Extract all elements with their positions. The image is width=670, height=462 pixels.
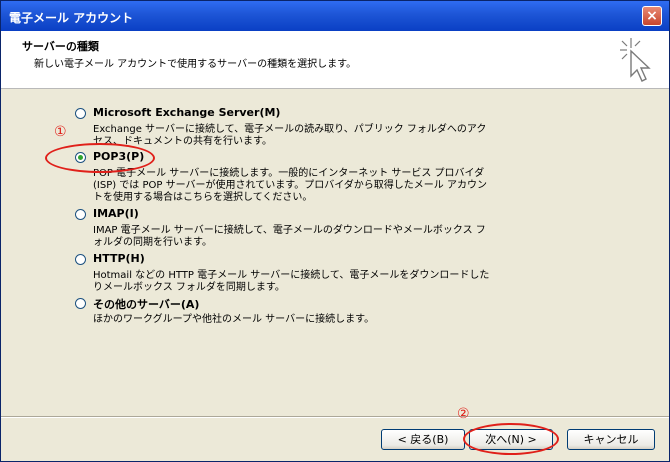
cancel-button[interactable]: キャンセル [567, 429, 655, 450]
close-button[interactable]: × [642, 6, 662, 26]
option-description: IMAP 電子メール サーバーに接続して、電子メールのダウンロードやメールボック… [93, 225, 486, 248]
option-description: Hotmail などの HTTP 電子メール サーバーに接続して、電子メールをダ… [93, 270, 490, 293]
wizard-header: サーバーの種類 新しい電子メール アカウントで使用するサーバーの種類を選択します… [1, 31, 669, 89]
callout-number-2: ② [457, 406, 470, 422]
option-description: ほかのワークグループや他社のメール サーバーに接続します。 [93, 314, 375, 325]
account-wizard-window: 電子メール アカウント × サーバーの種類 新しい電子メール アカウントで使用す… [0, 0, 670, 462]
window-title: 電子メール アカウント [9, 11, 134, 25]
option-label[interactable]: IMAP(I) [93, 207, 139, 220]
option-label[interactable]: Microsoft Exchange Server(M) [93, 106, 280, 119]
page-description: 新しい電子メール アカウントで使用するサーバーの種類を選択します。 [34, 59, 357, 70]
server-type-options: Microsoft Exchange Server(M) Exchange サー… [1, 89, 669, 415]
imap-radio[interactable] [75, 209, 86, 220]
footer-separator [1, 416, 669, 418]
option-label[interactable]: その他のサーバー(A) [93, 296, 199, 312]
option-label[interactable]: HTTP(H) [93, 252, 145, 265]
exchange-radio[interactable] [75, 108, 86, 119]
title-bar[interactable]: 電子メール アカウント × [1, 1, 669, 31]
option-description: POP 電子メール サーバーに接続します。一般的にインターネット サービス プロ… [93, 168, 487, 203]
option-description: Exchange サーバーに接続して、電子メールの読み取り、パブリック フォルダ… [93, 124, 487, 147]
http-radio[interactable] [75, 254, 86, 265]
callout-number-1: ① [54, 124, 67, 140]
page-title: サーバーの種類 [22, 40, 99, 53]
back-button[interactable]: < 戻る(B) [381, 429, 465, 450]
callout-ellipse-next [463, 423, 559, 455]
other-radio[interactable] [75, 298, 86, 309]
wizard-sparkle-icon [620, 38, 651, 82]
callout-ellipse-pop3 [45, 143, 155, 173]
